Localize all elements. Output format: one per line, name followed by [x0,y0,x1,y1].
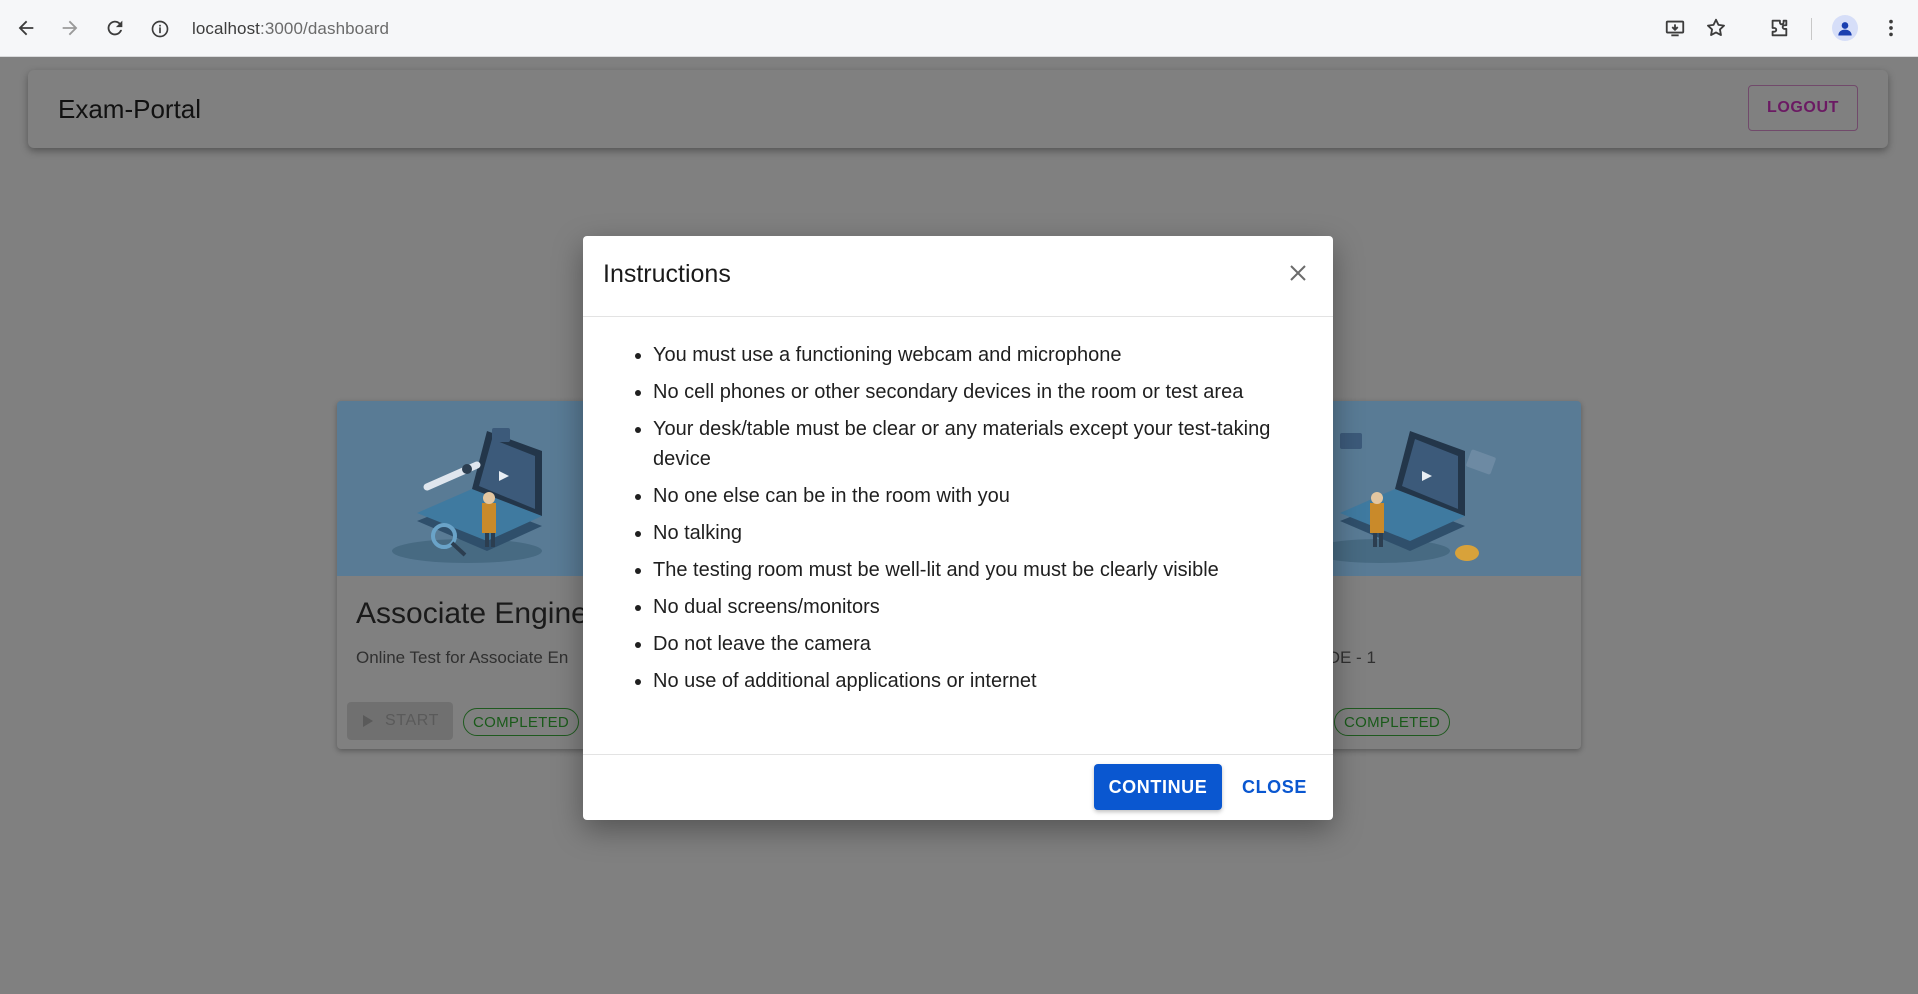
install-app-icon [1665,20,1685,37]
exam-card: Associate Engine Online Test for Associa… [337,401,602,749]
rule-item: Your desk/table must be clear or any mat… [653,414,1303,474]
rules-list: You must use a functioning webcam and mi… [653,340,1303,696]
rule-item: No use of additional applications or int… [653,666,1303,696]
extensions-button[interactable] [1759,8,1799,48]
dialog-content: You must use a functioning webcam and mi… [583,316,1333,703]
url-host: localhost [192,19,260,38]
arrow-left-icon [18,20,34,36]
reload-button[interactable] [95,8,135,48]
address-bar[interactable]: localhost:3000/dashboard [150,10,389,48]
rule-item: No cell phones or other secondary device… [653,377,1303,407]
start-button[interactable]: START [347,702,453,740]
browser-toolbar: localhost:3000/dashboard [0,0,1918,57]
rule-item: No dual screens/monitors [653,592,1303,622]
dialog-actions: CONTINUE CLOSE [1093,764,1315,810]
card-subtitle: Online Test for Associate En [356,648,569,667]
back-button[interactable] [6,8,46,48]
url-text: localhost:3000/dashboard [192,19,389,39]
logout-button[interactable]: LOGOUT [1748,85,1858,131]
instructions-dialog: Instructions You must use a functioning … [583,236,1333,820]
laptop-illustration-icon [1310,431,1496,563]
site-info-icon[interactable] [150,19,170,39]
rule-item: The testing room must be well-lit and yo… [653,555,1303,585]
toolbar-divider [1811,18,1812,40]
status-badge: COMPLETED [1334,708,1451,736]
rule-item: You must use a functioning webcam and mi… [653,340,1303,370]
more-vert-icon [1889,19,1893,37]
url-path: :3000/dashboard [260,19,390,38]
close-button[interactable]: CLOSE [1234,764,1315,810]
play-icon [363,715,374,727]
forward-button[interactable] [50,8,90,48]
puzzle-icon [1771,19,1788,37]
laptop-illustration-icon [392,428,542,563]
dialog-divider [583,754,1333,755]
exam-card: r SDE - 1 COMPLETED [1300,401,1581,749]
browser-menu-button[interactable] [1871,8,1911,48]
avatar [1832,15,1858,41]
rule-item: No one else can be in the room with you [653,481,1303,511]
reload-icon [107,20,123,36]
install-app-button[interactable] [1655,8,1695,48]
person-icon [1838,22,1852,36]
start-label: START [385,712,439,729]
arrow-right-icon [62,20,78,36]
dialog-title: Instructions [603,260,731,288]
brand-title: Exam-Portal [58,94,202,124]
rule-item: No talking [653,518,1303,548]
exam-illustration [1300,401,1581,576]
continue-button[interactable]: CONTINUE [1093,764,1222,810]
dialog-close-icon-button[interactable] [1283,258,1313,288]
star-icon [1707,18,1725,36]
close-icon [1290,265,1306,281]
app-header: Exam-Portal LOGOUT [28,70,1888,148]
exam-illustration [337,401,602,576]
profile-button[interactable] [1825,8,1865,48]
card-title: Associate Engine [356,597,588,630]
bookmark-button[interactable] [1696,8,1736,48]
status-badge: COMPLETED [463,708,580,736]
rule-item: Do not leave the camera [653,629,1303,659]
